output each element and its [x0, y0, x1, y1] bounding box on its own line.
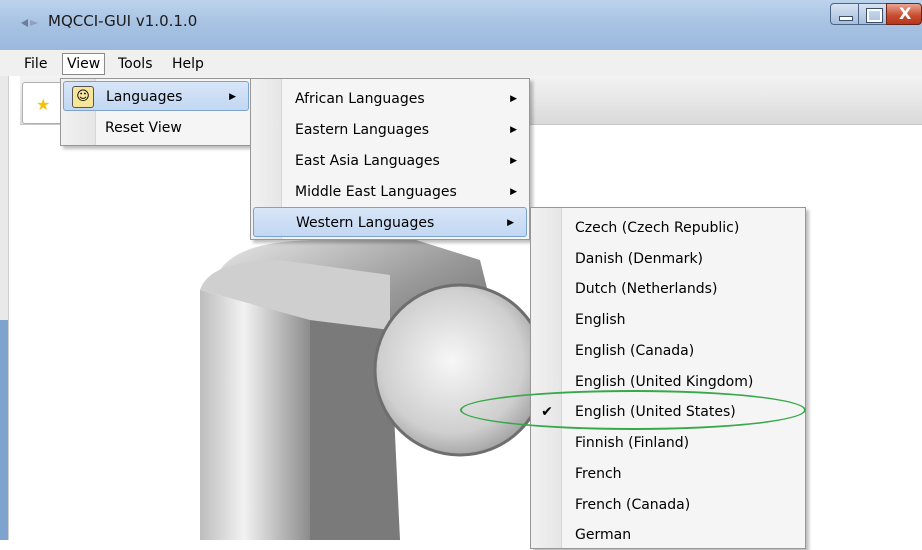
menu-item-label: Danish (Denmark): [575, 251, 704, 267]
submenu-arrow-icon: ▶: [510, 187, 517, 197]
menu-item-label: German: [575, 527, 632, 543]
face-icon: ☺: [72, 86, 94, 108]
menu-item-finnish[interactable]: Finnish (Finland): [531, 428, 805, 458]
close-icon: X: [899, 4, 912, 23]
menu-item-eastern-languages[interactable]: Eastern Languages ▶: [251, 115, 529, 145]
submenu-arrow-icon: ▶: [229, 92, 236, 102]
menu-item-label: Dutch (Netherlands): [575, 281, 718, 297]
menu-item-english-us[interactable]: ✔ English (United States): [531, 397, 805, 427]
menu-item-french[interactable]: French: [531, 459, 805, 489]
menu-item-label: Western Languages: [296, 215, 435, 231]
minimize-button[interactable]: [830, 3, 859, 25]
menu-item-dutch[interactable]: Dutch (Netherlands): [531, 274, 805, 304]
submenu-arrow-icon: ▶: [507, 218, 514, 228]
submenu-arrow-icon: ▶: [510, 125, 517, 135]
menu-item-label: English (United States): [575, 404, 736, 420]
menu-item-label: Reset View: [105, 120, 182, 136]
menu-item-french-canada[interactable]: French (Canada): [531, 490, 805, 520]
menu-item-label: Languages: [106, 89, 183, 105]
menu-item-african-languages[interactable]: African Languages ▶: [251, 84, 529, 114]
menu-item-english-uk[interactable]: English (United Kingdom): [531, 367, 805, 397]
menu-item-label: Eastern Languages: [295, 122, 430, 138]
submenu-arrow-icon: ▶: [510, 94, 517, 104]
menu-item-danish[interactable]: Danish (Denmark): [531, 244, 805, 274]
app-icon: [21, 19, 38, 27]
menu-view[interactable]: View: [62, 53, 106, 75]
menu-item-reset-view[interactable]: Reset View: [61, 113, 251, 143]
menu-item-label: African Languages: [295, 91, 425, 107]
menu-item-english-canada[interactable]: English (Canada): [531, 336, 805, 366]
western-languages-submenu: Czech (Czech Republic) Danish (Denmark) …: [530, 207, 806, 549]
menu-item-middle-east-languages[interactable]: Middle East Languages ▶: [251, 177, 529, 207]
menu-item-czech[interactable]: Czech (Czech Republic): [531, 213, 805, 243]
submenu-arrow-icon: ▶: [510, 156, 517, 166]
menu-item-german[interactable]: German: [531, 520, 805, 550]
view-dropdown: ☺ Languages ▶ Reset View: [60, 78, 252, 146]
menu-tools[interactable]: Tools: [114, 53, 157, 75]
window-title: MQCCI-GUI v1.0.1.0: [48, 12, 198, 30]
menu-item-east-asia-languages[interactable]: East Asia Languages ▶: [251, 146, 529, 176]
new-star-icon: ★: [36, 95, 51, 114]
menu-item-languages[interactable]: ☺ Languages ▶: [63, 81, 249, 111]
menu-item-label: Czech (Czech Republic): [575, 220, 740, 236]
menu-item-label: French: [575, 466, 622, 482]
menu-item-label: English: [575, 312, 626, 328]
menu-item-english[interactable]: English: [531, 305, 805, 335]
menu-item-western-languages[interactable]: Western Languages ▶: [253, 207, 527, 237]
menu-item-label: Finnish (Finland): [575, 435, 690, 451]
checkmark-icon: ✔: [541, 404, 553, 420]
languages-submenu: African Languages ▶ Eastern Languages ▶ …: [250, 78, 530, 240]
menu-item-label: English (United Kingdom): [575, 374, 754, 390]
window-left-edge-blue: [0, 320, 8, 540]
menu-item-label: Middle East Languages: [295, 184, 457, 200]
menu-help[interactable]: Help: [168, 53, 208, 75]
maximize-button[interactable]: [858, 3, 887, 25]
menu-item-label: English (Canada): [575, 343, 695, 359]
menu-file[interactable]: File: [20, 53, 51, 75]
close-button[interactable]: X: [886, 3, 922, 25]
title-bar: MQCCI-GUI v1.0.1.0: [0, 0, 922, 50]
menu-item-label: East Asia Languages: [295, 153, 440, 169]
menu-item-label: French (Canada): [575, 497, 691, 513]
